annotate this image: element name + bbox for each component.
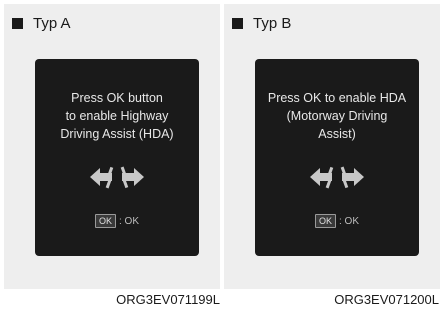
ok-key-icon: OK bbox=[314, 214, 336, 228]
ok-hint: OK : OK bbox=[255, 214, 419, 228]
lane-merge-arrows-icon bbox=[90, 166, 144, 189]
display-message-line: Driving Assist (HDA) bbox=[60, 127, 174, 141]
ok-hint: OK : OK bbox=[35, 214, 199, 228]
square-bullet-icon bbox=[12, 17, 23, 29]
lane-merge-arrows-icon bbox=[310, 166, 364, 189]
ok-key-icon: OK bbox=[94, 214, 116, 228]
panel-title-text: Typ A bbox=[33, 14, 71, 32]
panel-title-text: Typ B bbox=[253, 14, 292, 32]
square-bullet-icon bbox=[232, 17, 243, 29]
panel-title: Typ B bbox=[232, 13, 291, 33]
ok-hint-text: : OK bbox=[339, 215, 360, 227]
display-message: Press OK to enable HDA (Motorway Driving… bbox=[259, 89, 415, 143]
cluster-display: Press OK button to enable Highway Drivin… bbox=[35, 59, 199, 256]
display-message-line: (Motorway Driving bbox=[286, 109, 388, 123]
panel-type-a: Typ A Press OK button to enable Highway … bbox=[4, 4, 220, 289]
display-message-line: to enable Highway bbox=[65, 109, 169, 123]
display-message-line: Press OK to enable HDA bbox=[267, 91, 407, 105]
panel-title: Typ A bbox=[12, 13, 71, 33]
cluster-display: Press OK to enable HDA (Motorway Driving… bbox=[255, 59, 419, 256]
display-message-line: Press OK button bbox=[71, 91, 163, 105]
display-message-line: Assist) bbox=[318, 127, 356, 141]
figure-reference-a: ORG3EV071199L bbox=[116, 292, 220, 307]
panel-type-b: Typ B Press OK to enable HDA (Motorway D… bbox=[224, 4, 440, 289]
ok-hint-text: : OK bbox=[119, 215, 140, 227]
figure-reference-b: ORG3EV071200L bbox=[334, 292, 439, 307]
display-message: Press OK button to enable Highway Drivin… bbox=[39, 89, 195, 143]
